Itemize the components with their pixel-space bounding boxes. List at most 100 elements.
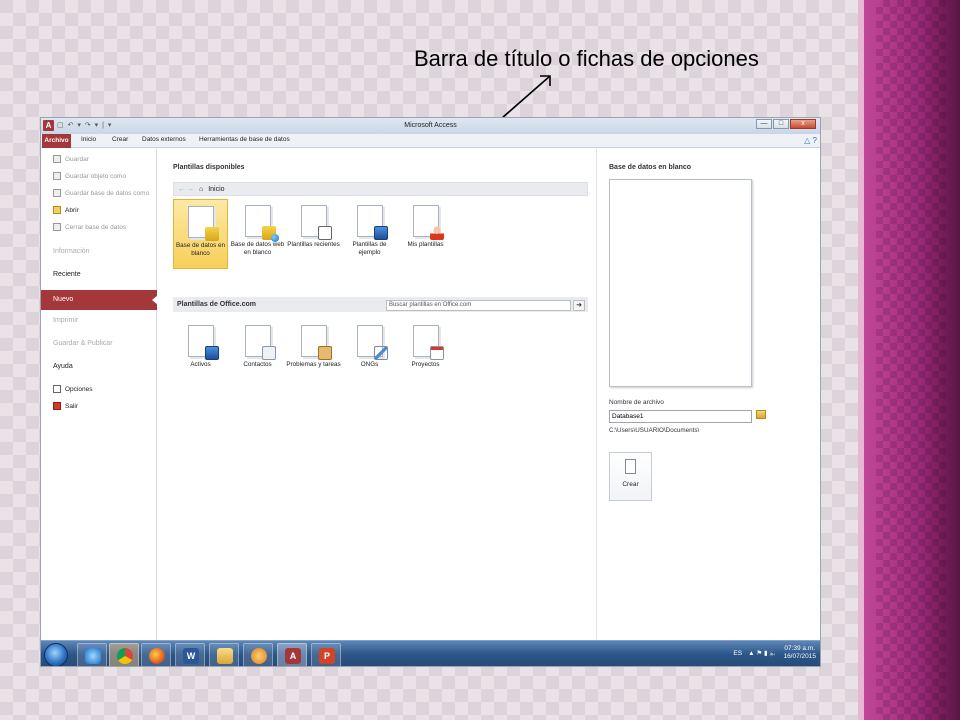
contact-card-icon bbox=[241, 323, 276, 360]
template-blank-database[interactable]: Base de datos en blanco bbox=[173, 199, 228, 269]
tray-icons[interactable]: ▲ ⚑ ▮ 🔈 bbox=[748, 649, 777, 657]
home-icon[interactable]: ⌂ bbox=[199, 186, 203, 193]
start-button[interactable] bbox=[44, 643, 68, 666]
template-label: Contactos bbox=[243, 361, 272, 368]
tab-inicio[interactable]: Inicio bbox=[81, 136, 96, 143]
close-button[interactable]: x bbox=[790, 119, 816, 129]
monitor-icon bbox=[353, 203, 388, 240]
tab-archivo[interactable]: Archivo bbox=[42, 134, 71, 148]
tab-datos-externos[interactable]: Datos externos bbox=[142, 136, 186, 143]
template-label: Plantillas de ejemplo bbox=[352, 241, 387, 256]
tab-crear[interactable]: Crear bbox=[112, 136, 128, 143]
save-db-icon bbox=[53, 189, 61, 197]
tab-herramientas[interactable]: Herramientas de base de datos bbox=[199, 136, 290, 143]
browse-folder-icon[interactable] bbox=[756, 410, 766, 419]
search-go-button[interactable]: ➜ bbox=[573, 300, 585, 311]
close-db-icon bbox=[53, 223, 61, 231]
menu-guardar-publicar[interactable]: Guardar & Publicar bbox=[41, 340, 157, 347]
templates-pane: Plantillas disponibles ← → ⌂ Inicio Base… bbox=[158, 149, 595, 640]
monitor-icon bbox=[184, 323, 219, 360]
menu-ayuda[interactable]: Ayuda bbox=[41, 363, 157, 370]
menu-imprimir[interactable]: Imprimir bbox=[41, 317, 157, 324]
office-template-contactos[interactable]: Contactos bbox=[230, 319, 285, 389]
clock-time: 07:39 a.m. bbox=[784, 645, 816, 652]
system-tray: ES ▲ ⚑ ▮ 🔈 07:39 a.m. 16/07/2015 bbox=[733, 645, 816, 661]
menu-guardar-bd[interactable]: Guardar base de datos como bbox=[41, 189, 157, 197]
menu-guardar-objeto[interactable]: Guardar objeto como bbox=[41, 172, 157, 180]
language-indicator[interactable]: ES bbox=[733, 650, 742, 657]
save-icon bbox=[53, 155, 61, 163]
menu-label: Salir bbox=[65, 402, 79, 410]
create-button[interactable]: Crear bbox=[609, 452, 652, 501]
menu-abrir[interactable]: Abrir bbox=[41, 206, 157, 214]
annotation-arrow bbox=[501, 75, 551, 119]
firefox-icon[interactable] bbox=[141, 643, 171, 666]
help-icon[interactable]: △ ? bbox=[804, 136, 817, 145]
menu-informacion[interactable]: Información bbox=[41, 248, 157, 255]
clock-date: 16/07/2015 bbox=[783, 653, 816, 660]
menu-label: Guardar objeto como bbox=[65, 172, 127, 180]
back-forward-icon[interactable]: ← → bbox=[178, 186, 194, 193]
person-icon bbox=[409, 203, 444, 240]
clock-icon bbox=[297, 203, 332, 240]
blank-db-heading: Base de datos en blanco bbox=[609, 164, 692, 171]
menu-reciente[interactable]: Reciente bbox=[41, 271, 157, 278]
web-database-icon bbox=[244, 205, 279, 242]
template-my-templates[interactable]: Mis plantillas bbox=[398, 199, 453, 269]
maximize-button[interactable]: □ bbox=[773, 119, 789, 129]
window-controls: — □ x bbox=[756, 119, 816, 129]
windows-taskbar: W A P ES ▲ ⚑ ▮ 🔈 07:39 a.m. 16/07/2015 bbox=[41, 640, 820, 666]
template-label: Mis plantillas bbox=[407, 241, 444, 248]
menu-opciones[interactable]: Opciones bbox=[41, 385, 157, 393]
templates-heading: Plantillas disponibles bbox=[173, 164, 245, 171]
access-icon[interactable]: A bbox=[277, 643, 307, 666]
menu-salir[interactable]: Salir bbox=[41, 402, 157, 410]
template-label: Problemas y tareas bbox=[286, 361, 341, 368]
breadcrumb-label[interactable]: Inicio bbox=[208, 186, 224, 193]
office-template-activos[interactable]: Activos bbox=[173, 319, 228, 389]
template-label: ONGs bbox=[360, 361, 379, 368]
blank-database-pane: Base de datos en blanco Nombre de archiv… bbox=[596, 149, 820, 640]
database-icon bbox=[187, 206, 219, 241]
office-templates-heading: Plantillas de Office.com bbox=[177, 301, 256, 308]
template-blank-web-database[interactable]: Base de datos web en blanco bbox=[230, 199, 285, 269]
office-template-proyectos[interactable]: Proyectos bbox=[398, 319, 453, 389]
chrome-icon[interactable] bbox=[109, 643, 139, 666]
calendar-icon bbox=[409, 323, 444, 360]
file-path: C:\Users\USUARIO\Documents\ bbox=[609, 427, 700, 434]
create-label: Crear bbox=[622, 481, 639, 488]
menu-cerrar-bd[interactable]: Cerrar base de datos bbox=[41, 223, 157, 231]
powerpoint-icon[interactable]: P bbox=[311, 643, 341, 666]
office-template-problemas[interactable]: Problemas y tareas bbox=[286, 319, 341, 389]
media-player-icon[interactable] bbox=[243, 643, 273, 666]
options-icon bbox=[53, 385, 61, 393]
menu-nuevo[interactable]: Nuevo bbox=[41, 290, 158, 310]
new-document-icon bbox=[625, 459, 636, 474]
clock[interactable]: 07:39 a.m. 16/07/2015 bbox=[783, 645, 816, 661]
template-samples[interactable]: Plantillas de ejemplo bbox=[342, 199, 397, 269]
window-title: Microsoft Access bbox=[404, 122, 457, 129]
save-as-icon bbox=[53, 172, 61, 180]
template-label: Base de datos web en blanco bbox=[230, 241, 285, 256]
internet-explorer-icon[interactable] bbox=[77, 643, 107, 666]
filename-input[interactable]: Database1 bbox=[609, 410, 752, 423]
office-search-input[interactable]: Buscar plantillas en Office.com bbox=[386, 300, 571, 311]
menu-label: Guardar base de datos como bbox=[65, 189, 150, 197]
open-folder-icon bbox=[53, 206, 61, 214]
menu-label: Cerrar base de datos bbox=[65, 223, 127, 231]
template-label: Activos bbox=[190, 361, 211, 368]
word-icon[interactable]: W bbox=[175, 643, 205, 666]
template-label: Proyectos bbox=[411, 361, 440, 368]
office-template-ongs[interactable]: ONGs bbox=[342, 319, 397, 389]
menu-guardar[interactable]: Guardar bbox=[41, 155, 157, 163]
template-recent[interactable]: Plantillas recientes bbox=[286, 199, 341, 269]
filename-label: Nombre de archivo bbox=[609, 399, 664, 406]
menu-label: Opciones bbox=[65, 385, 93, 393]
minimize-button[interactable]: — bbox=[756, 119, 772, 129]
menu-label: Abrir bbox=[65, 206, 79, 214]
pencil-icon bbox=[353, 323, 388, 360]
template-label: Plantillas recientes bbox=[287, 241, 340, 248]
folder-icon[interactable] bbox=[209, 643, 239, 666]
menu-label: Guardar bbox=[65, 155, 89, 163]
template-label: Base de datos en blanco bbox=[175, 242, 225, 257]
